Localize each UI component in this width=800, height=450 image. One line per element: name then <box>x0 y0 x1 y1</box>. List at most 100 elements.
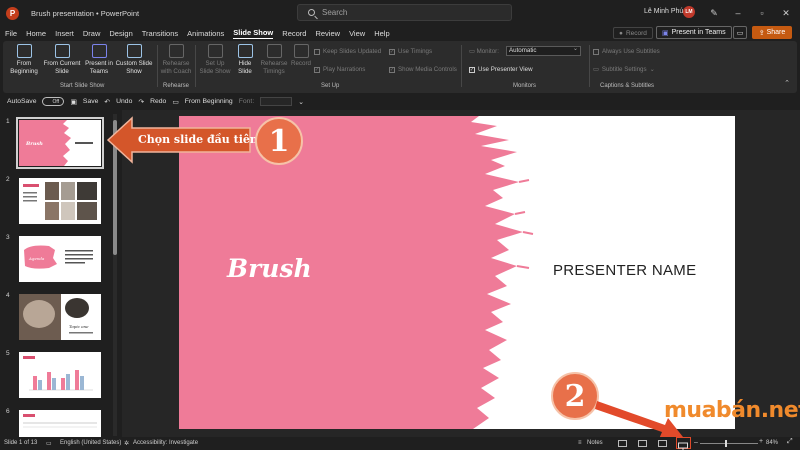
tab-animations[interactable]: Animations <box>187 28 224 39</box>
tab-home[interactable]: Home <box>26 28 46 39</box>
thumb-number: 2 <box>6 176 10 183</box>
step2-badge: 2 <box>551 372 599 420</box>
close-icon[interactable]: ✕ <box>778 5 794 21</box>
tab-design[interactable]: Design <box>109 28 132 39</box>
notes-icon[interactable]: ≡ <box>578 440 582 446</box>
rehearse-with-coach-button[interactable]: Rehearse with Coach <box>159 44 193 75</box>
custom-show-label: Custom Slide Show <box>115 60 153 75</box>
accessibility-status[interactable]: Accessibility: Investigate <box>133 440 198 446</box>
group-label-rehearse: Rehearse <box>163 83 190 89</box>
language-status[interactable]: English (United States) <box>60 440 121 446</box>
setup-icon <box>207 44 223 58</box>
save-button[interactable]: Save <box>83 98 99 105</box>
hide-slide-button[interactable]: Hide Slide <box>232 44 258 75</box>
font-select[interactable] <box>260 97 293 106</box>
set-up-slide-show-button[interactable]: Set Up Slide Show <box>198 44 232 75</box>
avatar[interactable]: LM <box>683 6 695 18</box>
current-slide[interactable]: Brush PRESENTER NAME <box>179 116 735 429</box>
collapse-ribbon-icon[interactable]: ⌃ <box>779 75 795 91</box>
checkbox-box: ✓ <box>469 66 475 73</box>
customize-qat-icon[interactable]: ⌄ <box>298 98 304 106</box>
share-icon: ⇪ <box>758 29 765 37</box>
pen-icon[interactable]: ✎ <box>706 5 722 21</box>
from-current-slide-button[interactable]: From Current Slide <box>41 44 83 75</box>
tab-insert[interactable]: Insert <box>55 28 74 39</box>
checkbox-box <box>593 48 599 55</box>
monitor-select[interactable]: Automatic <box>506 45 581 56</box>
play-narrations-checkbox[interactable]: ✓ Play Narrations <box>314 66 365 73</box>
group-label-setup: Set Up <box>321 83 340 89</box>
slide-thumbnail-3[interactable]: Agenda <box>19 236 101 282</box>
monitor-label-text: Monitor: <box>476 48 499 55</box>
slide-thumbnail-6[interactable] <box>19 410 101 437</box>
slide-thumbnail-5[interactable] <box>19 352 101 398</box>
spelling-icon[interactable]: ▭ <box>46 440 52 447</box>
always-use-subtitles-checkbox[interactable]: Always Use Subtitles <box>593 48 660 55</box>
accessibility-icon[interactable]: ✲ <box>124 440 129 447</box>
search-input[interactable]: Search <box>297 4 512 21</box>
tab-slide-show[interactable]: Slide Show <box>233 27 274 39</box>
checkbox-box: ✓ <box>314 66 320 73</box>
present-in-teams-ribbon-button[interactable]: Present in Teams <box>85 44 113 75</box>
from-beginning-qat-button[interactable]: From Beginning <box>185 98 233 105</box>
slide-title[interactable]: Brush <box>227 254 312 283</box>
tab-view[interactable]: View <box>349 28 365 39</box>
minimize-icon[interactable]: – <box>730 5 746 21</box>
from-beginning-qat-icon[interactable]: ▭ <box>172 98 178 106</box>
zoom-slider[interactable] <box>700 443 758 444</box>
slide-show-view-button[interactable] <box>676 437 691 450</box>
record-button[interactable]: ● Record <box>613 27 653 39</box>
tab-file[interactable]: File <box>5 28 17 39</box>
rehearse-timings-button[interactable]: Rehearse Timings <box>259 44 289 75</box>
presenter-name[interactable]: PRESENTER NAME <box>553 262 696 279</box>
share-button[interactable]: ⇪ Share <box>752 26 792 39</box>
tab-review[interactable]: Review <box>315 28 340 39</box>
zoom-out-icon[interactable]: – <box>694 439 698 446</box>
reading-view-icon[interactable] <box>658 440 667 447</box>
undo-icon[interactable]: ↶ <box>104 98 110 106</box>
record-dropdown-button[interactable]: Record <box>289 44 313 68</box>
monitor-icon: ▭ <box>469 48 477 55</box>
notes-button[interactable]: Notes <box>587 440 603 446</box>
thumb-number: 6 <box>6 408 10 415</box>
slide-sorter-icon[interactable] <box>638 440 647 447</box>
present-in-teams-button[interactable]: ▣ Present in Teams <box>656 26 732 39</box>
zoom-in-icon[interactable]: + <box>759 438 763 445</box>
subtitle-settings-button[interactable]: ▭ Subtitle Settings ⌄ <box>593 66 655 73</box>
autosave-toggle[interactable]: Off <box>42 97 65 106</box>
tab-draw[interactable]: Draw <box>83 28 101 39</box>
user-name[interactable]: Lê Minh Phú <box>644 8 683 15</box>
use-timings-checkbox[interactable]: ✓ Use Timings <box>389 48 432 55</box>
tab-help[interactable]: Help <box>374 28 389 39</box>
save-icon[interactable]: ▣ <box>70 98 76 106</box>
group-divider <box>589 45 590 87</box>
rehearse-label: Rehearse with Coach <box>160 60 192 75</box>
always-subtitles-label: Always Use Subtitles <box>602 48 660 55</box>
slide-thumbnail-4[interactable]: Topic one <box>19 294 101 340</box>
thumb-number: 1 <box>6 118 10 125</box>
comments-button[interactable]: ▭ <box>733 26 747 39</box>
slide-thumbnail-2[interactable] <box>19 178 101 224</box>
custom-slide-show-button[interactable]: Custom Slide Show <box>113 44 155 75</box>
subtitle-icon: ▭ <box>593 66 599 73</box>
normal-view-icon[interactable] <box>618 440 627 447</box>
comment-icon: ▭ <box>736 29 744 37</box>
from-beginning-button[interactable]: From Beginning <box>7 44 41 75</box>
redo-icon[interactable]: ↷ <box>138 98 144 106</box>
show-media-controls-checkbox[interactable]: ✓ Show Media Controls <box>389 66 457 73</box>
restore-icon[interactable]: ▫ <box>754 5 770 21</box>
use-presenter-view-checkbox[interactable]: ✓ Use Presenter View <box>469 66 533 73</box>
tab-transitions[interactable]: Transitions <box>142 28 178 39</box>
slide-thumbnail-1[interactable]: Brush <box>16 117 104 169</box>
fit-to-window-icon[interactable]: ⤢ <box>787 438 793 446</box>
zoom-level[interactable]: 84% <box>766 440 778 446</box>
svg-text:Agenda: Agenda <box>28 256 45 261</box>
show-media-label: Show Media Controls <box>398 66 457 73</box>
redo-button[interactable]: Redo <box>150 98 166 105</box>
undo-button[interactable]: Undo <box>116 98 132 105</box>
slide-thumbnails-pane: 1 Brush 2 3 Agenda 4 Topic one 5 6 <box>0 112 112 437</box>
zoom-slider-knob[interactable] <box>725 440 727 447</box>
keep-slides-updated-checkbox[interactable]: Keep Slides Updated <box>314 48 381 55</box>
record-ribbon-label: Record <box>291 60 311 67</box>
tab-record[interactable]: Record <box>282 28 306 39</box>
